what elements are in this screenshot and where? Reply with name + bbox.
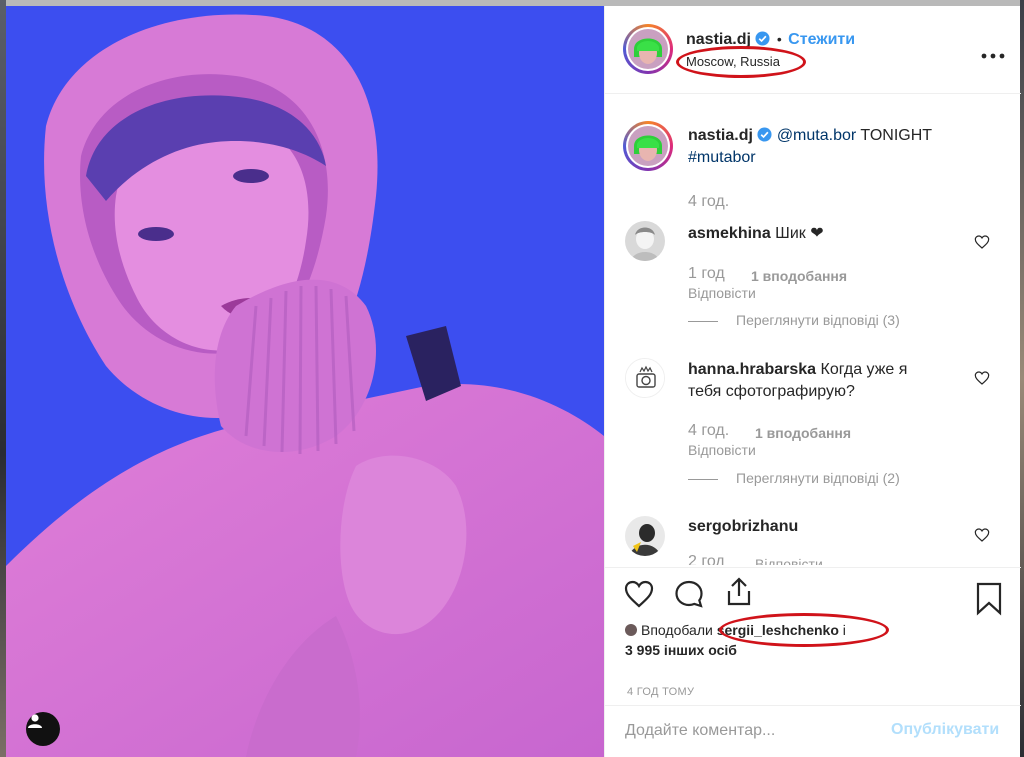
likes-conj: і	[838, 622, 846, 638]
photo-illustration	[6, 6, 604, 757]
caption-username[interactable]: nastia.dj	[688, 127, 753, 144]
comment-reply-button[interactable]: Відповісти	[755, 556, 823, 565]
caption-hashtag[interactable]: #mutabor	[688, 149, 756, 166]
caption-avatar-ring[interactable]	[623, 121, 673, 171]
author-avatar	[628, 29, 668, 69]
more-options-button[interactable]	[981, 40, 1005, 66]
user-tag-icon	[28, 714, 42, 728]
header-separator: •	[776, 31, 782, 47]
liker-username[interactable]: sergii_leshchenko	[717, 622, 839, 638]
comment-likes[interactable]: 1 вподобання	[751, 268, 847, 284]
verified-icon	[755, 31, 770, 46]
comment-body: Шик ❤	[775, 225, 824, 242]
comment-likes[interactable]: 1 вподобання	[755, 425, 851, 441]
comment-username[interactable]: sergobrizhanu	[688, 518, 798, 535]
comment-text: asmekhina Шик ❤	[688, 223, 968, 245]
view-replies-label: Переглянути відповіді (3)	[736, 312, 900, 328]
comment-reply-button[interactable]: Відповісти	[688, 285, 756, 301]
author-avatar-ring[interactable]	[623, 24, 673, 74]
publish-button[interactable]: Опублікувати	[891, 721, 999, 739]
caption-time: 4 год.	[688, 193, 730, 210]
bookmark-icon[interactable]	[975, 582, 1003, 616]
likes-summary: Вподобали sergii_leshchenko і 3 995 інши…	[625, 620, 846, 660]
comment-body: Когда уже я	[820, 361, 908, 378]
post-actions: Вподобали sergii_leshchenko і 3 995 інши…	[605, 567, 1021, 687]
view-replies-label: Переглянути відповіді (2)	[736, 470, 900, 486]
comment-input[interactable]	[625, 716, 875, 746]
follow-button[interactable]: Стежити	[788, 31, 855, 48]
comment-time: 4 год.	[688, 422, 730, 439]
likes-others[interactable]: 3 995 інших осіб	[625, 642, 737, 658]
comment-time: 1 год	[688, 265, 725, 282]
comment-reply-button[interactable]: Відповісти	[688, 442, 756, 458]
comment-avatar[interactable]	[625, 516, 665, 556]
more-icon	[981, 53, 1005, 59]
author-username[interactable]: nastia.dj	[686, 31, 751, 48]
post-panel: nastia.dj • Стежити Moscow, Russia nasti…	[604, 6, 1021, 757]
comment-username[interactable]: hanna.hrabarska	[688, 361, 816, 378]
view-replies-button[interactable]: Переглянути відповіді (2)	[688, 470, 900, 486]
heart-icon[interactable]	[974, 527, 990, 543]
view-replies-button[interactable]: Переглянути відповіді (3)	[688, 312, 900, 328]
post-photo[interactable]	[6, 6, 604, 757]
caption-avatar	[628, 126, 668, 166]
comment-icon[interactable]	[673, 578, 705, 610]
comment-username[interactable]: asmekhina	[688, 225, 771, 242]
post-timestamp: 4 ГОД ТОМУ	[627, 686, 695, 698]
post-header: nastia.dj • Стежити Moscow, Russia	[605, 6, 1021, 94]
comment-time: 2 год	[688, 553, 725, 565]
share-icon[interactable]	[723, 576, 755, 608]
comment-body-line2: тебя сфотографирую?	[688, 383, 855, 400]
add-comment-bar: Опублікувати	[605, 705, 1021, 757]
heart-icon[interactable]	[974, 370, 990, 386]
likes-prefix: Вподобали	[641, 622, 713, 638]
heart-icon[interactable]	[623, 578, 655, 610]
caption-text: nastia.dj @muta.bor TONIGHT #mutabor	[688, 125, 988, 169]
heart-icon[interactable]	[974, 234, 990, 250]
verified-icon	[757, 127, 772, 142]
comments-list[interactable]: nastia.dj @muta.bor TONIGHT #mutabor 4 г…	[605, 95, 1021, 565]
caption-mention[interactable]: @muta.bor	[777, 127, 856, 144]
caption-body: TONIGHT	[856, 127, 933, 144]
stage: nastia.dj • Стежити Moscow, Russia nasti…	[0, 0, 1024, 757]
comment-text: sergobrizhanu	[688, 516, 968, 538]
user-tag-button[interactable]	[26, 712, 60, 746]
comment-avatar[interactable]	[625, 221, 665, 261]
post-location[interactable]: Moscow, Russia	[686, 54, 780, 69]
comment-text: hanna.hrabarska Когда уже я тебя сфотогр…	[688, 359, 968, 403]
comment-avatar[interactable]	[625, 358, 665, 398]
liker-avatar	[625, 624, 637, 636]
